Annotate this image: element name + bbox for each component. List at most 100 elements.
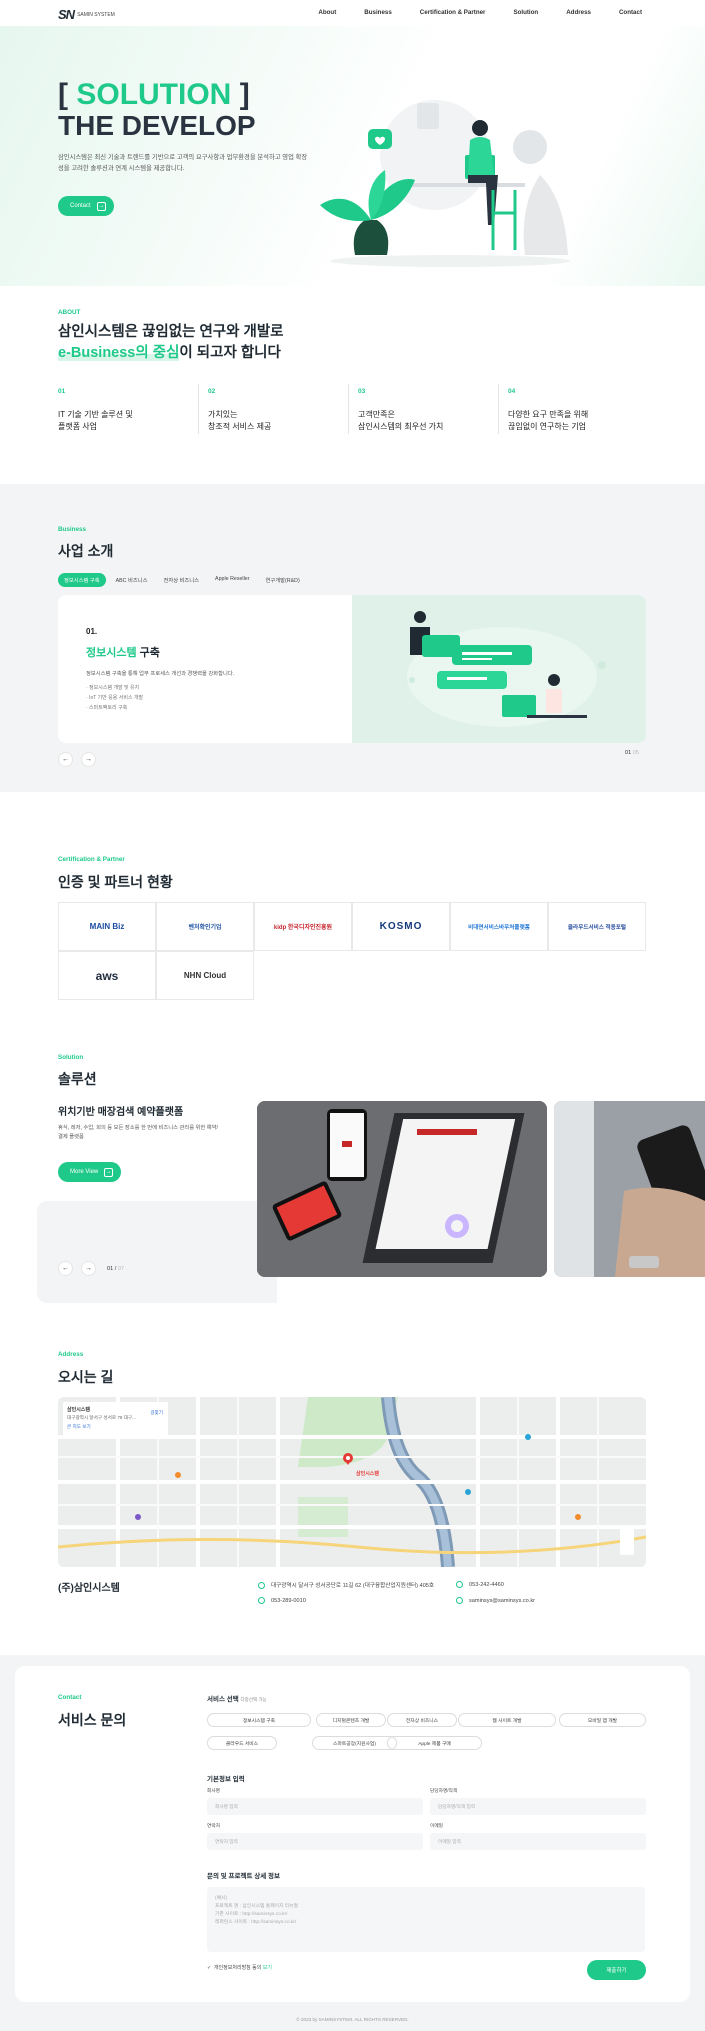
- contact-title: 서비스 문의: [58, 1712, 127, 1728]
- chip-info-system[interactable]: 정보시스템 구축: [207, 1713, 311, 1727]
- tab-rnd[interactable]: 연구개발(R&D): [260, 573, 306, 587]
- tab-apple-reseller[interactable]: Apple Reseller: [209, 573, 255, 587]
- nav-business[interactable]: Business: [364, 9, 392, 16]
- nav-solution[interactable]: Solution: [513, 9, 538, 16]
- business-tabs: 정보시스템 구축 ABC 비즈니스 전자상 비즈니스 Apple Reselle…: [58, 573, 306, 587]
- feature-text: 고객만족은 삼인시스템의 최우선 가치: [358, 410, 444, 431]
- nav-certification[interactable]: Certification & Partner: [420, 9, 486, 16]
- address-label: Address: [58, 1351, 84, 1358]
- logo-kosmo-text: KOSMO: [379, 921, 423, 932]
- counter-total: 05: [632, 750, 640, 756]
- list-item: · IoT 기반 응용 서비스 개발: [86, 695, 144, 701]
- email-field-label: 이메일: [430, 1823, 443, 1828]
- solution-panel-bg: [37, 1201, 277, 1303]
- detail-info-label: 문의 및 프로젝트 상세 정보: [207, 1873, 281, 1880]
- main-nav: About Business Certification & Partner S…: [290, 9, 642, 16]
- arrow-right-square-icon: →: [104, 1167, 113, 1177]
- chip-cloud[interactable]: 클라우드 서비스: [207, 1736, 277, 1750]
- submit-button[interactable]: 제출하기: [587, 1960, 646, 1980]
- business-title: 사업 소개: [58, 543, 114, 559]
- logo[interactable]: SN SAMIN SYSTEM: [58, 7, 115, 22]
- business-card-list: · 정보시스템 개발 및 유지 · IoT 기반 응용 서비스 개발 · 스마트…: [86, 683, 143, 713]
- tab-info-system[interactable]: 정보시스템 구축: [58, 573, 106, 587]
- logo-kidp-text: kidp 한국디자인진흥원: [273, 925, 333, 931]
- logo-cloud-portal: 클라우드서비스 적용포털: [548, 902, 646, 951]
- site-header: SN SAMIN SYSTEM About Business Certifica…: [0, 0, 705, 26]
- list-item: · 스마트팩토리 구축: [86, 705, 128, 711]
- info-address: 대구광역시 달서구 성서공단로 11길 62 (대구융합산업지원센터) 405호: [258, 1581, 434, 1589]
- business-prev-button[interactable]: ←: [58, 752, 73, 767]
- logo-nhn-cloud-text: NHN Cloud: [183, 971, 227, 980]
- address-title: 오시는 길: [58, 1369, 114, 1385]
- solution-next-button[interactable]: →: [81, 1261, 96, 1276]
- logo-cloud-portal-text: 클라우드서비스 적용포털: [567, 924, 627, 931]
- feature-num: 01: [58, 388, 66, 395]
- info-fax: 053-289-0010: [258, 1597, 306, 1604]
- address-text: 대구광역시 달서구 성서공단로 11길 62 (대구융합산업지원센터) 405호: [271, 1583, 435, 1589]
- solution-image-phone[interactable]: [554, 1101, 705, 1277]
- fax-text: 053-289-0010: [271, 1597, 306, 1604]
- bracket-close: ]: [239, 78, 250, 111]
- solution-description: 휴식, 레저, 수업, 회의 등 모든 장소를 한 번에 비즈니스 관리를 위한…: [58, 1125, 218, 1140]
- bracket-open: [: [58, 78, 68, 111]
- privacy-agree[interactable]: ✓ 개인정보처리방침 동의 보기: [207, 1964, 272, 1971]
- about-label: ABOUT: [58, 309, 81, 316]
- feature-num: 03: [358, 388, 366, 395]
- business-card: 01. 정보시스템 구축 정보시스템 구축을 통해 업무 프로세스 개선과 경쟁…: [58, 595, 646, 743]
- divider: [198, 384, 199, 434]
- email-text[interactable]: saminsys@saminsys.co.kr: [469, 1598, 535, 1604]
- nav-contact[interactable]: Contact: [619, 9, 642, 16]
- business-label: Business: [58, 526, 86, 533]
- chip-mobile-app[interactable]: 모바일 앱 개발: [559, 1713, 646, 1727]
- logo-kosmo: KOSMO: [352, 902, 450, 951]
- chip-digital-content[interactable]: 디지털콘텐츠 개발: [316, 1713, 386, 1727]
- tab-abc-business[interactable]: ABC 비즈니스: [110, 573, 154, 587]
- tab-ecommerce[interactable]: 전자상 비즈니스: [157, 573, 205, 587]
- logo-nhn-cloud: NHN Cloud: [156, 951, 254, 1000]
- location-icon: [258, 1581, 265, 1589]
- feature-text: IT 기술 기반 솔루션 및 플랫폼 사업: [58, 410, 133, 431]
- hero-contact-button[interactable]: Contact →: [58, 196, 114, 216]
- nav-about[interactable]: About: [318, 9, 336, 16]
- about-title-highlight: e-Business의 중심: [58, 345, 180, 361]
- info-tel: 053-242-4460: [456, 1581, 504, 1588]
- map-info-box: 삼인시스템 대구광역시 달서구 성서로 79 대구... 큰 지도 보기 길찾기: [63, 1402, 168, 1438]
- map[interactable]: 삼인시스템 삼인시스템 대구광역시 달서구 성서로 79 대구... 큰 지도 …: [58, 1397, 646, 1567]
- phone-input[interactable]: 연락처 입력: [207, 1833, 423, 1850]
- solution-image-laptop[interactable]: [257, 1101, 547, 1277]
- detail-textarea[interactable]: (예시) 프로젝트 명 : 삼인시스템 홈페이지 리뉴얼 기존 사이트 : ht…: [207, 1887, 645, 1952]
- logo-kidp: kidp 한국디자인진흥원: [254, 902, 352, 951]
- hero-description: 삼인시스템은 최신 기술과 트렌드를 기반으로 고객의 요구사항과 업무환경을 …: [58, 154, 308, 172]
- chip-website[interactable]: 웹 사이트 개발: [458, 1713, 556, 1727]
- agree-view-link[interactable]: 보기: [263, 1965, 272, 1971]
- chip-apple[interactable]: Apple 제품 구매: [387, 1736, 482, 1750]
- solution-more-button[interactable]: More View →: [58, 1162, 121, 1182]
- mail-icon: [456, 1597, 463, 1604]
- cert-title: 인증 및 파트너 현황: [58, 874, 173, 890]
- manager-input[interactable]: 담당자명/직책 입력: [430, 1798, 646, 1815]
- nav-address[interactable]: Address: [566, 9, 591, 16]
- solution-subtitle: 위치기반 매장검색 예약플랫폼: [58, 1107, 184, 1118]
- business-illustration: [352, 595, 646, 743]
- solution-prev-button[interactable]: ←: [58, 1261, 73, 1276]
- solution-label: Solution: [58, 1054, 84, 1061]
- phone-icon: [456, 1581, 463, 1588]
- service-select-label: 서비스 선택 다중선택 가능: [207, 1693, 267, 1703]
- hero-title: [ SOLUTION ]: [58, 78, 250, 112]
- feature-text: 가치있는 창조적 서비스 제공: [208, 410, 272, 431]
- cert-label: Certification & Partner: [58, 856, 125, 863]
- hero-title-green: SOLUTION: [76, 78, 232, 111]
- chip-ecommerce[interactable]: 전자상 비즈니스: [387, 1713, 457, 1727]
- map-directions-link[interactable]: 길찾기: [150, 1410, 163, 1416]
- manager-field-label: 담당자명/직책: [430, 1788, 458, 1793]
- company-input[interactable]: 회사명 입력: [207, 1798, 423, 1815]
- business-next-button[interactable]: →: [81, 752, 96, 767]
- list-item: · 정보시스템 개발 및 유지: [86, 685, 140, 691]
- about-title: 삼인시스템은 끊임없는 연구와 개발로 e-Business의 중심이 되고자 …: [58, 322, 284, 364]
- map-large-link[interactable]: 큰 지도 보기: [67, 1424, 164, 1430]
- chip-smart-factory[interactable]: 스마트공장(지원사업): [312, 1736, 397, 1750]
- logo-mainbiz: MAIN Biz: [58, 902, 156, 951]
- business-counter: 01 05: [625, 750, 639, 756]
- phone-field-label: 연락처: [207, 1823, 220, 1828]
- email-input[interactable]: 이메일 입력: [430, 1833, 646, 1850]
